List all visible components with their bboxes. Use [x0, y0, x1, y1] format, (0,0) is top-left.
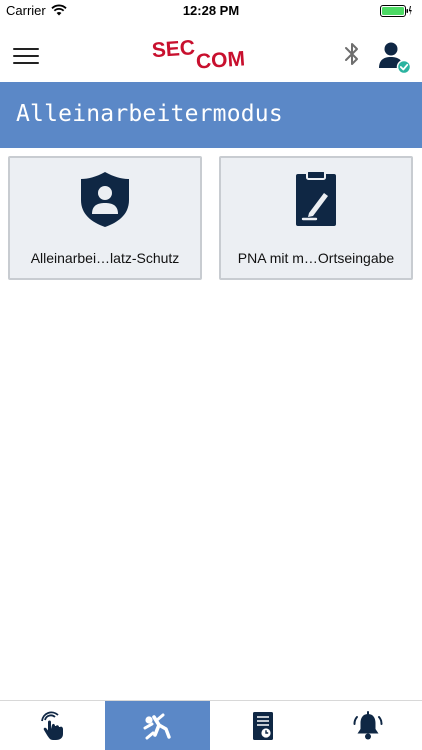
- falling-person-icon: [143, 713, 171, 740]
- alarm-bell-icon: [353, 711, 382, 740]
- user-icon[interactable]: [378, 40, 412, 74]
- clipboard-pen-icon: [221, 170, 411, 230]
- battery-icon: [380, 5, 412, 17]
- tab-man-down[interactable]: [105, 701, 210, 750]
- touch-hand-icon: [40, 711, 63, 740]
- check-badge-icon: [396, 59, 412, 74]
- seccom-logo: SEC COM: [151, 36, 246, 72]
- page-title-bar: Alleinarbeitermodus: [0, 82, 422, 148]
- document-clock-icon: [252, 712, 273, 740]
- menu-icon[interactable]: [13, 48, 39, 68]
- bottom-tab-bar: [0, 700, 422, 750]
- tile-label: PNA mit m…Ortseingabe: [237, 250, 395, 266]
- clock: 12:28 PM: [182, 3, 240, 18]
- svg-text:SEC: SEC: [151, 36, 196, 62]
- status-bar: Carrier 12:28 PM: [0, 0, 422, 22]
- tab-touch[interactable]: [0, 701, 105, 750]
- svg-text:COM: COM: [195, 47, 245, 72]
- tab-alarm[interactable]: [315, 701, 420, 750]
- bluetooth-icon[interactable]: [342, 40, 362, 68]
- tile-alleinarbeitsplatz-schutz[interactable]: Alleinarbei…latz-Schutz: [8, 156, 202, 280]
- tile-label: Alleinarbei…latz-Schutz: [30, 250, 180, 266]
- page-title: Alleinarbeitermodus: [16, 101, 283, 127]
- tab-log[interactable]: [210, 701, 315, 750]
- app-header: SEC COM: [0, 22, 422, 82]
- tile-pna-ortseingabe[interactable]: PNA mit m…Ortseingabe: [219, 156, 413, 280]
- shield-person-icon: [10, 170, 200, 230]
